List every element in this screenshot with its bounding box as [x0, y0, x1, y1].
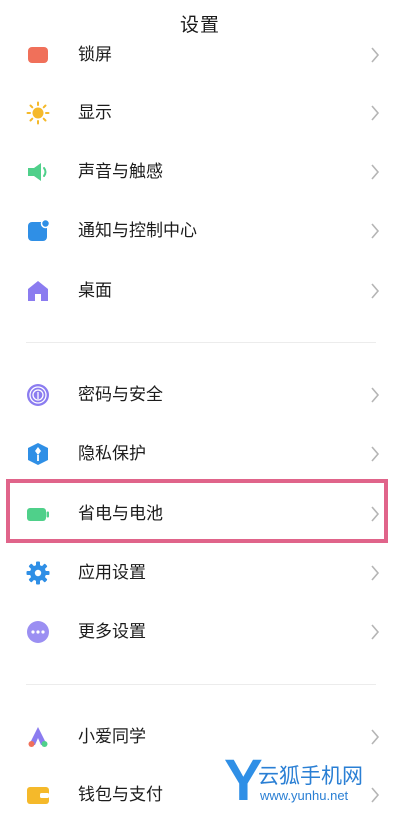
- app-settings-gear-icon: [26, 561, 50, 585]
- settings-item-label: 通知与控制中心: [78, 221, 197, 241]
- top-bar: 设置: [0, 0, 400, 44]
- settings-item-sound[interactable]: 声音与触感: [0, 143, 400, 201]
- settings-item-label: 应用设置: [78, 563, 146, 583]
- settings-item-label: 隐私保护: [78, 444, 146, 464]
- section-divider: [26, 684, 376, 685]
- chevron-right-icon: [370, 163, 380, 181]
- chevron-right-icon: [370, 445, 380, 463]
- watermark-logo: Y 云狐手机网 www.yunhu.net: [224, 750, 400, 820]
- lock-screen-icon: [26, 43, 50, 67]
- settings-item-label: 桌面: [78, 281, 112, 301]
- settings-item-desktop[interactable]: 桌面: [0, 262, 400, 320]
- chevron-right-icon: [370, 505, 380, 523]
- settings-item-label: 锁屏: [78, 45, 112, 65]
- chevron-right-icon: [370, 564, 380, 582]
- settings-item-label: 省电与电池: [78, 504, 163, 524]
- chevron-right-icon: [370, 728, 380, 746]
- home-icon: [26, 279, 50, 303]
- page-title: 设置: [179, 14, 220, 36]
- watermark-site-name: 云狐手机网: [258, 765, 363, 788]
- chevron-right-icon: [370, 222, 380, 240]
- notification-icon: [26, 218, 51, 243]
- settings-item-label: 声音与触感: [78, 162, 163, 182]
- settings-item-app-settings[interactable]: 应用设置: [0, 544, 400, 602]
- section-divider: [26, 342, 376, 343]
- battery-icon: [26, 502, 50, 526]
- settings-item-label: 更多设置: [78, 622, 146, 642]
- settings-item-label: 钱包与支付: [78, 785, 163, 805]
- fingerprint-icon: [26, 383, 50, 407]
- privacy-shield-icon: [26, 442, 50, 466]
- settings-item-label: 小爱同学: [78, 727, 146, 747]
- wallet-icon: [26, 783, 50, 807]
- settings-item-label: 显示: [78, 103, 112, 123]
- chevron-right-icon: [370, 46, 380, 64]
- chevron-right-icon: [370, 104, 380, 122]
- settings-item-battery[interactable]: 省电与电池: [0, 485, 400, 543]
- settings-item-password-security[interactable]: 密码与安全: [0, 366, 400, 424]
- settings-item-notifications[interactable]: 通知与控制中心: [0, 202, 400, 260]
- chevron-right-icon: [370, 282, 380, 300]
- watermark-url: www.yunhu.net: [260, 788, 349, 803]
- chevron-right-icon: [370, 386, 380, 404]
- settings-item-label: 密码与安全: [78, 385, 163, 405]
- chevron-right-icon: [370, 623, 380, 641]
- settings-item-more-settings[interactable]: 更多设置: [0, 603, 400, 661]
- speaker-icon: [26, 160, 50, 184]
- settings-item-display[interactable]: 显示: [0, 84, 400, 142]
- watermark-logo-letter: Y: [224, 748, 263, 813]
- settings-item-privacy[interactable]: 隐私保护: [0, 425, 400, 483]
- xiaoai-assistant-icon: [26, 725, 50, 749]
- sun-icon: [26, 101, 50, 125]
- more-dots-icon: [26, 620, 50, 644]
